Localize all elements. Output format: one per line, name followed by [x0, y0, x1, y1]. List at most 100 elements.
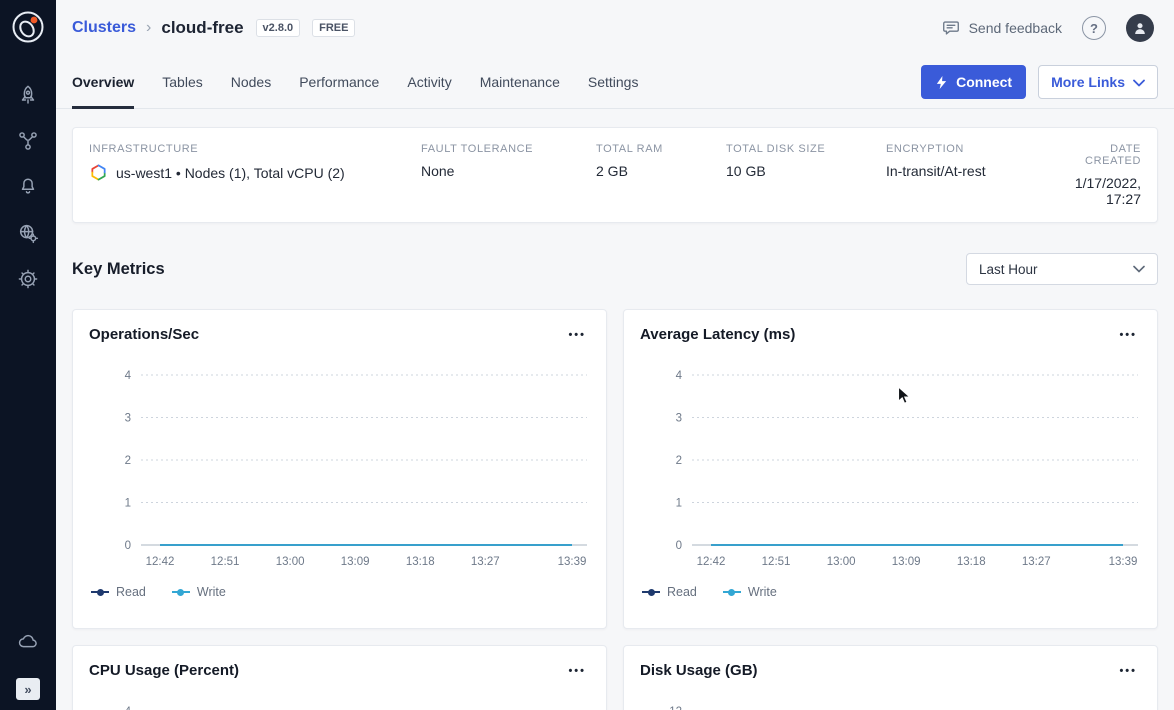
charts-grid: Operations/Sec ••• 0123412:4212:5113:001… [72, 309, 1158, 710]
app-root: » Clusters › cloud-free v2.8.0 FREE Send… [0, 0, 1174, 710]
info-label: TOTAL DISK SIZE [726, 143, 886, 155]
sidebar-item-getting-started[interactable] [8, 75, 48, 115]
tab-tables[interactable]: Tables [162, 56, 202, 108]
breadcrumb-clusters-link[interactable]: Clusters [72, 19, 136, 37]
svg-text:13:18: 13:18 [957, 556, 986, 568]
cloud-icon [17, 631, 39, 653]
ellipsis-menu-icon[interactable]: ••• [1115, 327, 1141, 343]
topbar-right: Send feedback ? [941, 14, 1154, 42]
rocket-icon [17, 84, 39, 106]
tabs: Overview Tables Nodes Performance Activi… [72, 56, 638, 108]
info-fault-tolerance: FAULT TOLERANCE None [421, 143, 596, 207]
info-encryption: ENCRYPTION In-transit/At-rest [886, 143, 1053, 207]
ellipsis-menu-icon[interactable]: ••• [564, 327, 590, 343]
info-label: DATE CREATED [1053, 143, 1141, 167]
tab-actions: Connect More Links [921, 65, 1158, 99]
feedback-chat-icon [941, 18, 961, 38]
svg-text:13:09: 13:09 [341, 556, 370, 568]
legend-item-read[interactable]: Read [91, 585, 146, 599]
user-icon [1131, 19, 1149, 37]
content: INFRASTRUCTURE us-west1 • Nodes (1), Tot… [56, 109, 1174, 710]
svg-text:13:39: 13:39 [558, 556, 587, 568]
legend-item-write[interactable]: Write [723, 585, 777, 599]
info-label: INFRASTRUCTURE [89, 143, 421, 155]
sidebar-item-clusters[interactable] [8, 121, 48, 161]
info-label: FAULT TOLERANCE [421, 143, 596, 155]
key-metrics-heading: Key Metrics [72, 260, 165, 279]
svg-text:13:09: 13:09 [892, 556, 921, 568]
svg-text:2: 2 [676, 455, 682, 467]
info-total-ram: TOTAL RAM 2 GB [596, 143, 726, 207]
tab-bar: Overview Tables Nodes Performance Activi… [56, 56, 1174, 109]
send-feedback-button[interactable]: Send feedback [941, 18, 1062, 38]
info-value: 1/17/2022, 17:27 [1053, 175, 1141, 207]
svg-text:12:42: 12:42 [697, 556, 726, 568]
sidebar-item-settings[interactable] [8, 259, 48, 299]
tab-performance[interactable]: Performance [299, 56, 379, 108]
breadcrumb: Clusters › cloud-free v2.8.0 FREE [72, 18, 355, 38]
ellipsis-menu-icon[interactable]: ••• [1115, 663, 1141, 679]
ellipsis-menu-icon[interactable]: ••• [564, 663, 590, 679]
sidebar-item-organization[interactable] [8, 213, 48, 253]
chart-legend: Read Write [640, 585, 1141, 599]
info-value: 2 GB [596, 163, 726, 179]
svg-text:2: 2 [125, 455, 131, 467]
chevron-down-icon [1133, 265, 1145, 273]
time-range-select[interactable]: Last Hour [966, 253, 1158, 285]
svg-text:13:00: 13:00 [276, 556, 305, 568]
send-feedback-label: Send feedback [969, 20, 1062, 36]
chart-title: Operations/Sec [89, 326, 199, 343]
svg-text:3: 3 [676, 413, 682, 425]
chart-title: Average Latency (ms) [640, 326, 795, 343]
help-button[interactable]: ? [1082, 16, 1106, 40]
chart-cpu-usage: 01234 [89, 693, 590, 710]
info-date-created: DATE CREATED 1/17/2022, 17:27 [1053, 143, 1141, 207]
svg-text:3: 3 [125, 413, 131, 425]
chart-operations-sec: 0123412:4212:5113:0013:0913:1813:2713:39 [89, 357, 590, 573]
svg-text:4: 4 [125, 370, 132, 382]
chart-average-latency: 0123412:4212:5113:0013:0913:1813:2713:39 [640, 357, 1141, 573]
svg-text:13:27: 13:27 [471, 556, 500, 568]
sidebar-item-cloud[interactable] [8, 622, 48, 662]
svg-text:4: 4 [125, 706, 132, 710]
time-range-value: Last Hour [979, 262, 1038, 277]
connect-button[interactable]: Connect [921, 65, 1026, 99]
chevron-down-icon [1133, 74, 1145, 90]
chart-card-average-latency: Average Latency (ms) ••• 0123412:4212:51… [623, 309, 1158, 629]
help-icon: ? [1090, 21, 1098, 36]
info-value: None [421, 163, 596, 179]
info-label: TOTAL RAM [596, 143, 726, 155]
sidebar-item-alerts[interactable] [8, 167, 48, 207]
tab-nodes[interactable]: Nodes [231, 56, 271, 108]
tab-settings[interactable]: Settings [588, 56, 639, 108]
app-logo-icon[interactable] [11, 10, 45, 47]
info-value: 10 GB [726, 163, 886, 179]
legend-item-write[interactable]: Write [172, 585, 226, 599]
svg-text:12:42: 12:42 [146, 556, 175, 568]
cluster-nodes-icon [17, 130, 39, 152]
svg-text:13:00: 13:00 [827, 556, 856, 568]
tab-activity[interactable]: Activity [407, 56, 451, 108]
tab-maintenance[interactable]: Maintenance [480, 56, 560, 108]
breadcrumb-chevron-icon: › [146, 19, 151, 37]
sidebar-nav [8, 69, 48, 305]
more-links-button[interactable]: More Links [1038, 65, 1158, 99]
chart-legend: Read Write [89, 585, 590, 599]
connect-bolt-icon [935, 75, 948, 90]
chart-title: Disk Usage (GB) [640, 662, 758, 679]
sidebar-expand-button[interactable]: » [16, 678, 40, 700]
chart-title: CPU Usage (Percent) [89, 662, 239, 679]
svg-text:1: 1 [676, 498, 682, 510]
plan-badge: FREE [312, 19, 355, 37]
chart-card-disk-usage: Disk Usage (GB) ••• 036912 [623, 645, 1158, 710]
gear-icon [17, 268, 39, 290]
svg-text:0: 0 [676, 540, 682, 552]
chart-card-cpu-usage: CPU Usage (Percent) ••• 01234 [72, 645, 607, 710]
main-area: Clusters › cloud-free v2.8.0 FREE Send f… [56, 0, 1174, 710]
svg-text:13:39: 13:39 [1109, 556, 1138, 568]
legend-item-read[interactable]: Read [642, 585, 697, 599]
tab-overview[interactable]: Overview [72, 56, 134, 108]
avatar[interactable] [1126, 14, 1154, 42]
info-value: us-west1 • Nodes (1), Total vCPU (2) [116, 165, 345, 181]
svg-text:4: 4 [676, 370, 683, 382]
